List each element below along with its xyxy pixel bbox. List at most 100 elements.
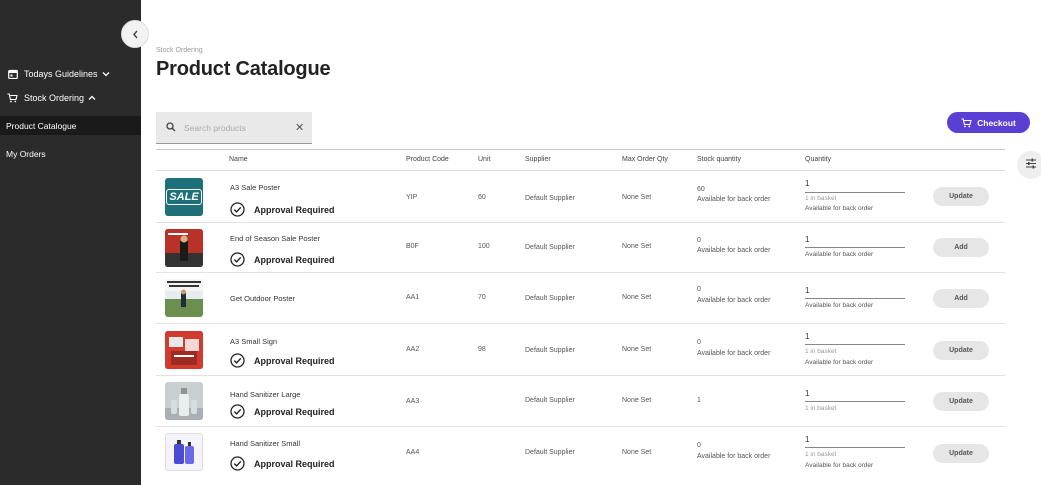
update-button[interactable]: Update (933, 444, 989, 463)
max-order-qty: None Set (622, 194, 652, 201)
checkout-button[interactable]: Checkout (947, 112, 1030, 133)
add-button[interactable]: Add (933, 289, 989, 308)
product-thumbnail[interactable] (165, 279, 203, 317)
checkout-label: Checkout (977, 117, 1016, 128)
max-order-qty: None Set (622, 294, 652, 301)
column-header-product-code[interactable]: Product Code (406, 156, 449, 163)
product-thumbnail[interactable] (165, 382, 203, 420)
product-name: Hand Sanitizer Small (230, 439, 301, 448)
approval-label: Approval Required (254, 406, 335, 417)
quantity-underline (805, 447, 905, 448)
check-circle-icon (230, 353, 245, 368)
basket-count: 1 in basket (805, 195, 837, 202)
check-circle-icon (230, 202, 245, 217)
product-thumbnail[interactable] (165, 229, 203, 267)
clear-search-icon[interactable]: ✕ (295, 121, 304, 134)
chevron-left-icon (132, 27, 139, 42)
app-window: Todays Guidelines Stock Ordering Product… (0, 0, 1041, 485)
stock-note: Available for back order (697, 196, 771, 203)
product-name: End of Season Sale Poster (230, 234, 321, 243)
column-header-quantity[interactable]: Quantity (805, 156, 831, 163)
update-button[interactable]: Update (933, 392, 989, 411)
stock-quantity: 0 (697, 237, 701, 244)
column-header-name[interactable]: Name (229, 156, 248, 163)
max-order-qty: None Set (622, 243, 652, 250)
approval-required-badge: Approval Required (230, 404, 335, 419)
approval-label: Approval Required (254, 204, 335, 215)
quantity-input[interactable]: 1 (805, 286, 809, 295)
product-code: YIP (406, 194, 418, 201)
max-order-qty: None Set (622, 449, 652, 456)
update-button[interactable]: Update (933, 341, 989, 360)
back-order-note: Available for back order (805, 205, 874, 212)
quantity-input[interactable]: 1 (805, 332, 809, 341)
column-header-unit[interactable]: Unit (478, 156, 490, 163)
stock-note: Available for back order (697, 350, 771, 357)
supplier: Default Supplier (525, 397, 575, 404)
product-thumbnail[interactable]: SALE (165, 178, 203, 216)
unit: 70 (478, 294, 486, 301)
check-circle-icon (230, 404, 245, 419)
column-header-max-order-qty[interactable]: Max Order Qty (622, 156, 668, 163)
back-order-note: Available for back order (805, 359, 874, 366)
approval-required-badge: Approval Required (230, 202, 335, 217)
quantity-underline (805, 344, 905, 345)
search-icon (166, 119, 176, 137)
stock-quantity: 1 (697, 397, 701, 404)
product-name: Get Outdoor Poster (230, 294, 296, 303)
quantity-underline (805, 298, 905, 299)
approval-label: Approval Required (254, 355, 335, 366)
stock-note: Available for back order (697, 453, 771, 460)
unit: 60 (478, 194, 486, 201)
sidebar-item-my-orders[interactable]: My Orders (0, 146, 141, 162)
column-header-supplier[interactable]: Supplier (525, 156, 551, 163)
approval-required-badge: Approval Required (230, 252, 335, 267)
column-header-stock-quantity[interactable]: Stock quantity (697, 156, 741, 163)
supplier: Default Supplier (525, 295, 575, 302)
approval-label: Approval Required (254, 458, 335, 469)
quantity-input[interactable]: 1 (805, 179, 809, 188)
unit: 100 (478, 243, 490, 250)
stock-quantity: 0 (697, 339, 701, 346)
chevron-down-icon (102, 70, 110, 79)
page-title: Product Catalogue (156, 58, 331, 80)
quantity-underline (805, 401, 905, 402)
filter-button[interactable] (1017, 151, 1041, 179)
product-thumbnail[interactable] (165, 433, 203, 471)
sidebar-item-stock-ordering[interactable]: Stock Ordering (0, 91, 141, 105)
product-code: AA2 (406, 346, 420, 353)
check-circle-icon (230, 456, 245, 471)
search-box: ✕ (156, 112, 312, 144)
update-button[interactable]: Update (933, 187, 989, 206)
product-thumbnail[interactable] (165, 331, 203, 369)
collapse-sidebar-button[interactable] (121, 20, 149, 48)
sidebar-item-product-catalogue[interactable]: Product Catalogue (0, 116, 141, 135)
cart-icon (7, 93, 18, 104)
back-order-note: Available for back order (805, 251, 874, 258)
product-code: B0F (406, 243, 419, 250)
breadcrumb[interactable]: Stock Ordering (156, 47, 203, 54)
approval-required-badge: Approval Required (230, 353, 335, 368)
stock-quantity: 60 (697, 186, 705, 193)
approval-label: Approval Required (254, 254, 335, 265)
max-order-qty: None Set (622, 397, 652, 404)
basket-count: 1 in basket (805, 405, 837, 412)
calendar-icon (7, 69, 18, 80)
search-input[interactable] (184, 122, 295, 133)
sidebar-item-todays-guidelines[interactable]: Todays Guidelines (0, 67, 141, 81)
product-code: AA1 (406, 294, 420, 301)
product-name: Hand Sanitizer Large (230, 390, 301, 399)
back-order-note: Available for back order (805, 462, 874, 469)
sale-poster-text: SALE (166, 189, 202, 205)
quantity-input[interactable]: 1 (805, 435, 809, 444)
add-button[interactable]: Add (933, 238, 989, 257)
quantity-underline (805, 192, 905, 193)
table-row: End of Season Sale Poster Approval Requi… (156, 223, 1005, 273)
table-row: Get Outdoor Poster AA1 70 Default Suppli… (156, 273, 1005, 324)
supplier: Default Supplier (525, 449, 575, 456)
product-name: A3 Small Sign (230, 337, 278, 346)
quantity-input[interactable]: 1 (805, 235, 809, 244)
quantity-input[interactable]: 1 (805, 389, 809, 398)
supplier: Default Supplier (525, 244, 575, 251)
sidebar-item-label: Product Catalogue (6, 120, 77, 131)
